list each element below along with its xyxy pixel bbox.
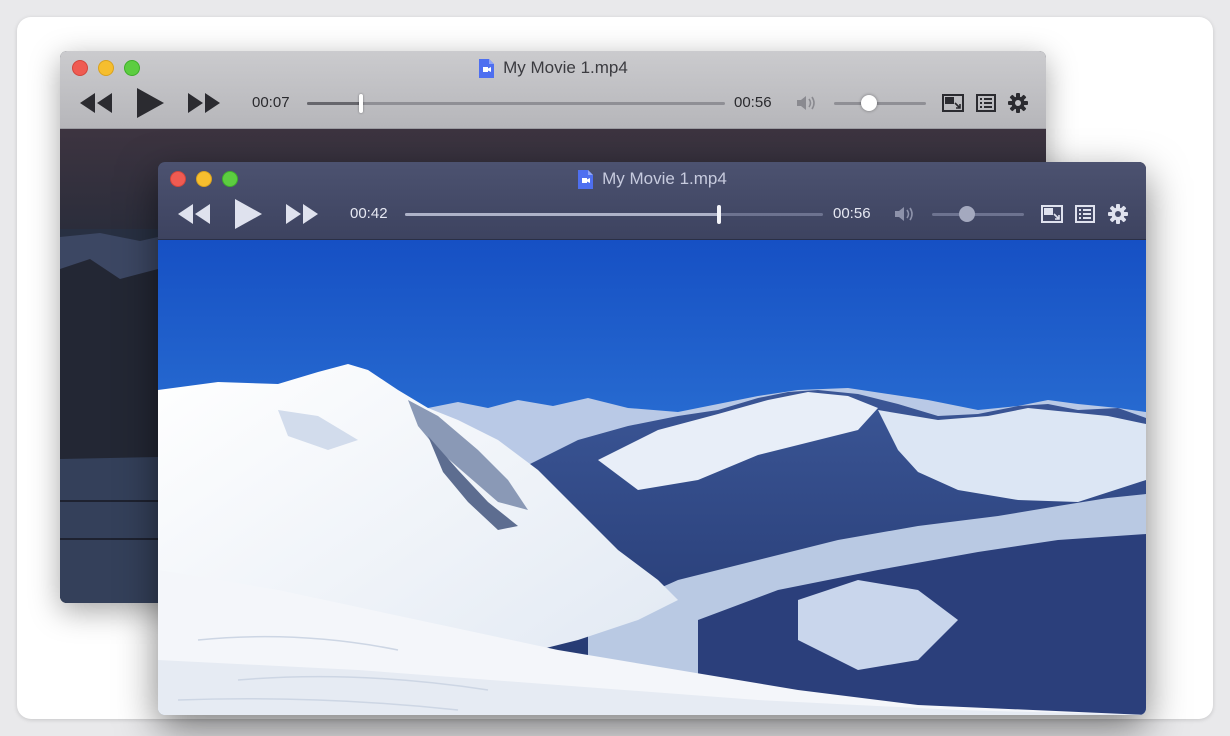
- video-frame-front[interactable]: [158, 240, 1146, 715]
- mute-button[interactable]: [794, 85, 820, 121]
- window-title: My Movie 1.mp4: [158, 168, 1146, 190]
- current-time: 00:07: [252, 94, 290, 111]
- titlebar-back: My Movie 1.mp4 00:07 00:56: [60, 51, 1046, 129]
- fast-forward-button[interactable]: [186, 85, 222, 121]
- picture-in-picture-icon: [942, 94, 964, 112]
- current-time: 00:42: [350, 205, 388, 222]
- seek-bar-fill: [405, 213, 719, 216]
- playback-controls: 00:42 00:56: [158, 196, 1146, 232]
- play-icon: [235, 199, 262, 229]
- seek-scrubber[interactable]: [716, 205, 721, 224]
- play-button[interactable]: [230, 196, 266, 232]
- seek-scrubber[interactable]: [359, 94, 364, 113]
- seek-bar[interactable]: [307, 94, 725, 113]
- volume-slider[interactable]: [932, 206, 1024, 222]
- mountain-scene: [158, 240, 1146, 715]
- seek-bar-fill: [307, 102, 362, 105]
- window-title-text: My Movie 1.mp4: [503, 58, 628, 77]
- pip-button[interactable]: [1039, 196, 1065, 232]
- volume-icon: [797, 96, 815, 110]
- play-icon: [137, 88, 164, 118]
- playlist-button[interactable]: [1072, 196, 1098, 232]
- seek-bar[interactable]: [405, 205, 823, 224]
- playlist-icon: [1075, 205, 1095, 223]
- volume-knob[interactable]: [958, 206, 975, 222]
- settings-button[interactable]: [1105, 196, 1131, 232]
- rewind-button[interactable]: [78, 85, 114, 121]
- document-video-icon: [578, 169, 594, 189]
- duration: 00:56: [734, 94, 772, 111]
- player-window-front[interactable]: My Movie 1.mp4 00:42 00:56: [158, 162, 1146, 715]
- volume-knob[interactable]: [860, 95, 877, 111]
- rewind-icon: [80, 93, 112, 113]
- gear-icon: [1008, 93, 1028, 113]
- playlist-icon: [976, 94, 996, 112]
- pip-button[interactable]: [940, 85, 966, 121]
- settings-button[interactable]: [1005, 85, 1031, 121]
- playlist-button[interactable]: [973, 85, 999, 121]
- picture-in-picture-icon: [1041, 205, 1063, 223]
- fast-forward-icon: [286, 204, 318, 224]
- window-title-text: My Movie 1.mp4: [602, 169, 727, 188]
- document-video-icon: [479, 58, 495, 78]
- playback-controls: 00:07 00:56: [60, 85, 1046, 121]
- rewind-icon: [178, 204, 210, 224]
- play-button[interactable]: [132, 85, 168, 121]
- duration: 00:56: [833, 205, 871, 222]
- rewind-button[interactable]: [176, 196, 212, 232]
- fast-forward-button[interactable]: [284, 196, 320, 232]
- fast-forward-icon: [188, 93, 220, 113]
- gear-icon: [1108, 204, 1128, 224]
- volume-slider[interactable]: [834, 95, 926, 111]
- mute-button[interactable]: [892, 196, 918, 232]
- window-title: My Movie 1.mp4: [60, 57, 1046, 79]
- volume-icon: [895, 207, 913, 221]
- titlebar-front: My Movie 1.mp4 00:42 00:56: [158, 162, 1146, 240]
